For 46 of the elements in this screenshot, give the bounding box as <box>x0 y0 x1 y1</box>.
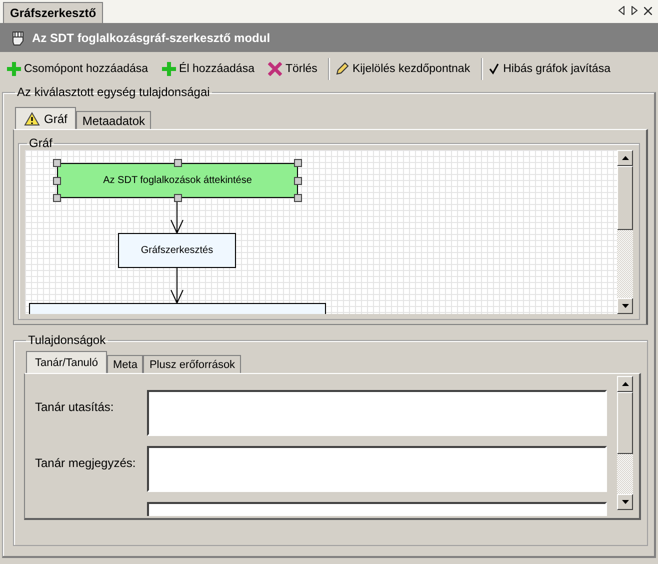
scroll-left-icon[interactable] <box>618 6 625 15</box>
pencil-icon <box>335 62 350 76</box>
resize-handle[interactable] <box>174 194 182 202</box>
close-icon[interactable] <box>644 7 652 15</box>
toolbar-button[interactable]: Hibás gráfok javítása <box>485 60 614 76</box>
text-field[interactable] <box>147 390 607 436</box>
graph-node[interactable]: Gráfszerkesztés <box>118 233 236 268</box>
field-label: Tanár megjegyzés: <box>35 455 137 472</box>
resize-handle[interactable] <box>53 159 61 167</box>
plus-icon <box>162 62 176 76</box>
scroll-up-icon[interactable] <box>622 156 628 160</box>
resize-handle[interactable] <box>294 176 302 184</box>
field-label: Tanár utasítás: <box>35 399 115 416</box>
tab[interactable]: Gráf <box>15 107 76 129</box>
toolbar-button[interactable]: Kijelölés kezdőpontnak <box>332 60 474 78</box>
resize-handle[interactable] <box>294 159 302 167</box>
document-tab[interactable]: Gráfszerkesztő <box>3 2 104 23</box>
text-field[interactable] <box>147 446 607 492</box>
cross-icon <box>268 62 282 76</box>
scroll-up-icon[interactable] <box>622 382 628 386</box>
tab[interactable]: Plusz erőforrások <box>143 355 242 373</box>
resize-handle[interactable] <box>294 194 302 202</box>
toolbar-button[interactable]: Törlés <box>265 60 320 78</box>
tab[interactable]: Meta <box>107 355 144 373</box>
tab[interactable]: Metaadatok <box>76 111 152 129</box>
group-title: Az kiválasztott egység tulajdonságai <box>16 85 211 99</box>
group-title: Gráf <box>28 136 54 150</box>
graph-canvas[interactable]: Az SDT foglalkozások áttekintése Gráfszerkesztés <box>25 150 617 314</box>
scrollbar[interactable] <box>617 376 633 510</box>
group-title: Tulajdonságok <box>27 333 107 347</box>
module-title: Az SDT foglalkozásgráf-szerkesztő modul <box>32 31 270 45</box>
scroll-right-icon[interactable] <box>631 6 638 15</box>
tab[interactable]: Tanár/Tanuló <box>26 351 107 373</box>
checkmark-icon <box>488 62 500 74</box>
toolbar-button[interactable]: Csomópont hozzáadása <box>4 60 152 78</box>
scroll-down-icon[interactable] <box>622 304 628 308</box>
toolbar-button[interactable]: Él hozzáadása <box>159 60 258 78</box>
plus-icon <box>7 62 21 76</box>
resize-handle[interactable] <box>53 176 61 184</box>
edge-arrow <box>170 268 184 304</box>
resize-handle[interactable] <box>53 194 61 202</box>
fist-icon <box>10 29 26 47</box>
scrollbar[interactable] <box>617 150 633 314</box>
scroll-down-icon[interactable] <box>622 500 628 504</box>
warning-icon <box>24 112 40 126</box>
resize-handle[interactable] <box>174 159 182 167</box>
